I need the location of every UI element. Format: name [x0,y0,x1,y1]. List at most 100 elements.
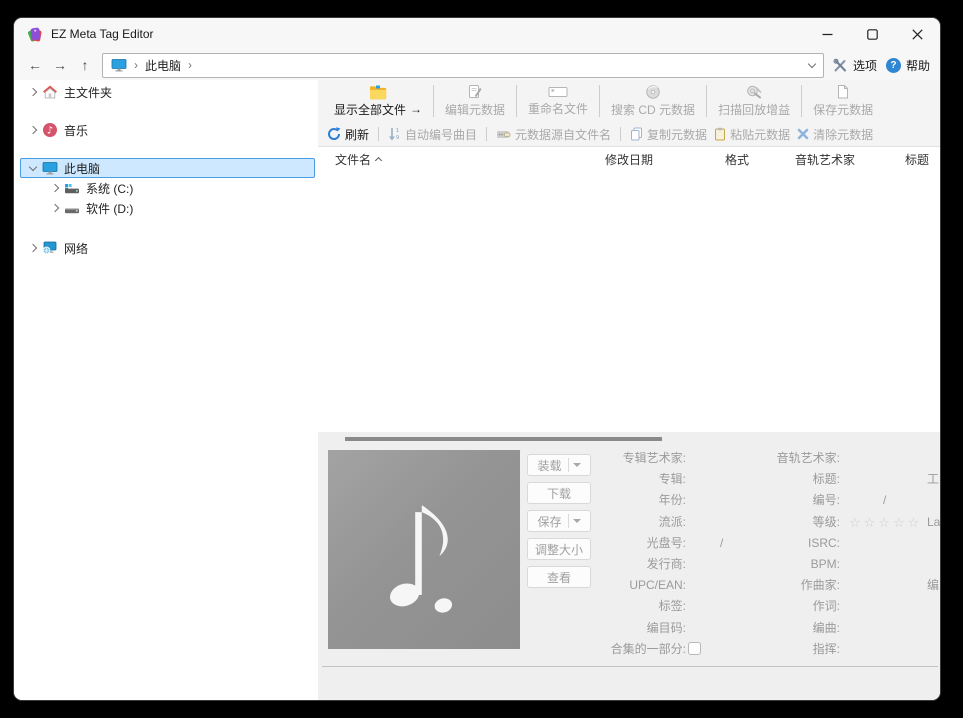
replaygain-icon [746,84,762,100]
sidebar-item-drive-d[interactable]: 软件 (D:) [14,198,318,218]
up-button[interactable]: ↑ [77,57,93,73]
address-bar[interactable]: › 此电脑 › [102,53,824,78]
catalog-number-field-label: 编目码: [647,618,686,639]
chevron-right-icon[interactable] [51,204,59,212]
chevron-right-icon[interactable] [29,88,37,96]
maximize-button[interactable] [850,18,895,50]
search-cd-metadata-button[interactable]: 搜索 CD 元数据 [602,80,704,122]
compilation-field-label: 合集的一部分: [611,639,686,660]
sidebar-item-music[interactable]: ♪ 音乐 [14,120,318,140]
clipped-text: 工 [927,469,940,490]
search-cd-metadata-label: 搜索 CD 元数据 [611,101,695,118]
svg-text:x: x [552,89,554,93]
splitter-handle[interactable] [345,437,662,441]
back-button[interactable]: ← [27,57,43,73]
title-field-label: 标题: [813,469,840,490]
secondary-toolbar: 刷新 1 9 自动编号曲目 元数据源自文件名 [318,122,940,147]
options-button[interactable]: 选项 [833,57,877,74]
arranger-field-label: 编曲: [813,618,840,639]
clear-metadata-label: 清除元数据 [813,126,873,143]
sidebar-item-label: 系统 (C:) [86,180,133,197]
disc-number-separator: / [720,533,723,554]
column-track-artist[interactable]: 音轨艺术家 [795,147,855,171]
folder-tree-sidebar: 主文件夹 ♪ 音乐 此电脑 [14,80,318,700]
sidebar-item-drive-c[interactable]: 系统 (C:) [14,178,318,198]
chevron-right-icon[interactable] [29,244,37,252]
forward-button[interactable]: → [52,57,68,73]
copy-metadata-button[interactable]: 复制元数据 [630,126,707,143]
options-label: 选项 [853,57,877,74]
search-cd-icon [645,84,661,100]
drive-windows-icon [64,180,80,196]
toolbar-separator [486,127,487,141]
rating-stars[interactable]: ☆☆☆☆☆ [849,512,922,533]
maximize-icon [867,29,878,40]
minimize-icon [822,29,833,40]
breadcrumb-location[interactable]: 此电脑 [145,57,181,74]
toolbar-separator [620,127,621,141]
metadata-row: 标签: 作词: [318,596,940,617]
refresh-button[interactable]: 刷新 [327,126,369,143]
app-window: EZ Meta Tag Editor ← → ↑ › 此电脑 › [14,18,940,700]
file-list[interactable] [318,170,940,432]
metadata-row: 编目码: 编曲: [318,618,940,639]
chevron-right-icon[interactable] [29,126,37,134]
metadata-row: 专辑: 标题: 工 [318,469,940,490]
track-number-separator: / [883,490,886,511]
minimize-button[interactable] [805,18,850,50]
chevron-right-icon[interactable] [51,184,59,192]
music-icon: ♪ [42,122,58,138]
edit-metadata-button[interactable]: 编辑元数据 [436,80,514,122]
help-button[interactable]: ? 帮助 [886,57,930,74]
paste-metadata-button[interactable]: 粘贴元数据 [714,126,790,143]
year-field-label: 年份: [659,490,686,511]
drive-icon [64,200,80,216]
sort-ascending-icon [375,157,382,164]
panel-divider [322,666,938,667]
rating-field-label: 等级: [813,512,840,533]
column-filename[interactable]: 文件名 [335,147,381,171]
toolbar-separator [516,85,517,117]
edit-metadata-label: 编辑元数据 [445,101,505,118]
chevron-down-icon[interactable] [29,162,37,170]
help-label: 帮助 [906,57,930,74]
genre-field-label: 流派: [659,512,686,533]
metadata-row: 专辑艺术家: 音轨艺术家: [318,448,940,469]
rename-files-label: 重命名文件 [528,100,588,117]
show-all-files-button[interactable]: 显示全部文件 → [325,80,431,122]
clear-metadata-button[interactable]: 清除元数据 [797,126,873,143]
save-metadata-icon [835,84,851,100]
filelist-header: 文件名 修改日期 格式 音轨艺术家 标题 [318,147,940,172]
metadata-from-filename-button[interactable]: 元数据源自文件名 [496,126,611,143]
paste-metadata-icon [714,127,726,141]
breadcrumb-chevron: › [134,58,138,72]
compilation-checkbox[interactable] [688,642,701,655]
scan-replaygain-button[interactable]: 扫描回放增益 [709,80,799,122]
save-metadata-button[interactable]: 保存元数据 [804,80,882,122]
help-icon: ? [886,58,901,73]
copy-metadata-label: 复制元数据 [647,126,707,143]
close-button[interactable] [895,18,940,50]
autonumber-tracks-button[interactable]: 1 9 自动编号曲目 [388,126,477,143]
lyricist-field-label: 作词: [813,596,840,617]
column-format[interactable]: 格式 [725,147,749,171]
column-title[interactable]: 标题 [905,147,929,171]
conductor-field-label: 指挥: [813,639,840,660]
edit-metadata-icon [467,84,483,100]
tag-app-icon [27,26,43,42]
svg-text:1: 1 [396,128,400,134]
show-all-files-folder-icon [369,85,387,100]
sidebar-item-home[interactable]: 主文件夹 [14,82,318,102]
sidebar-item-this-pc[interactable]: 此电脑 [14,158,318,178]
metadata-row: 发行商: BPM: [318,554,940,575]
network-icon [42,240,58,256]
clipped-text: 编 [927,575,940,596]
rename-files-button[interactable]: x 重命名文件 [519,80,597,122]
address-dropdown-icon[interactable] [808,59,816,67]
sidebar-item-label: 软件 (D:) [86,200,133,217]
column-modified-date[interactable]: 修改日期 [605,147,653,171]
refresh-icon [327,127,341,141]
sidebar-item-network[interactable]: 网络 [14,238,318,258]
titlebar: EZ Meta Tag Editor [14,18,940,50]
bpm-field-label: BPM: [811,554,840,575]
